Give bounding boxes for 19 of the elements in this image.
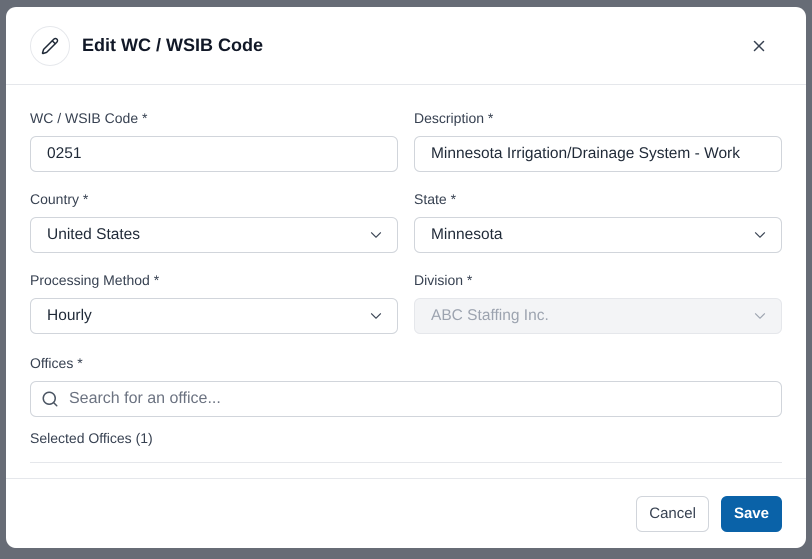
dropdown[interactable]: United States bbox=[30, 217, 398, 253]
input-field[interactable]: Minnesota Irrigation/Drainage System - Work bbox=[414, 136, 782, 172]
field-label: Description * bbox=[414, 109, 494, 127]
input-field[interactable]: 0251 bbox=[30, 136, 398, 172]
search-field[interactable]: Search for an office... bbox=[30, 381, 782, 417]
selected-offices-label: Selected Offices (1) bbox=[30, 430, 154, 446]
field-label: Processing Method * bbox=[30, 271, 160, 289]
save-button[interactable]: Save bbox=[720, 496, 782, 532]
dropdown[interactable]: Minnesota bbox=[414, 217, 782, 253]
cancel-button[interactable]: Cancel bbox=[636, 496, 709, 532]
dropdown[interactable]: Hourly bbox=[30, 298, 398, 334]
field-label: WC / WSIB Code * bbox=[30, 109, 148, 127]
pencil-icon bbox=[30, 26, 70, 66]
field-label: Country * bbox=[30, 190, 90, 208]
field-label: Offices * bbox=[30, 354, 84, 372]
field-label: Division * bbox=[414, 271, 474, 289]
dialog-title: Edit WC / WSIB Code bbox=[82, 35, 264, 56]
field-label: State * bbox=[414, 190, 458, 208]
search-icon bbox=[41, 390, 59, 408]
